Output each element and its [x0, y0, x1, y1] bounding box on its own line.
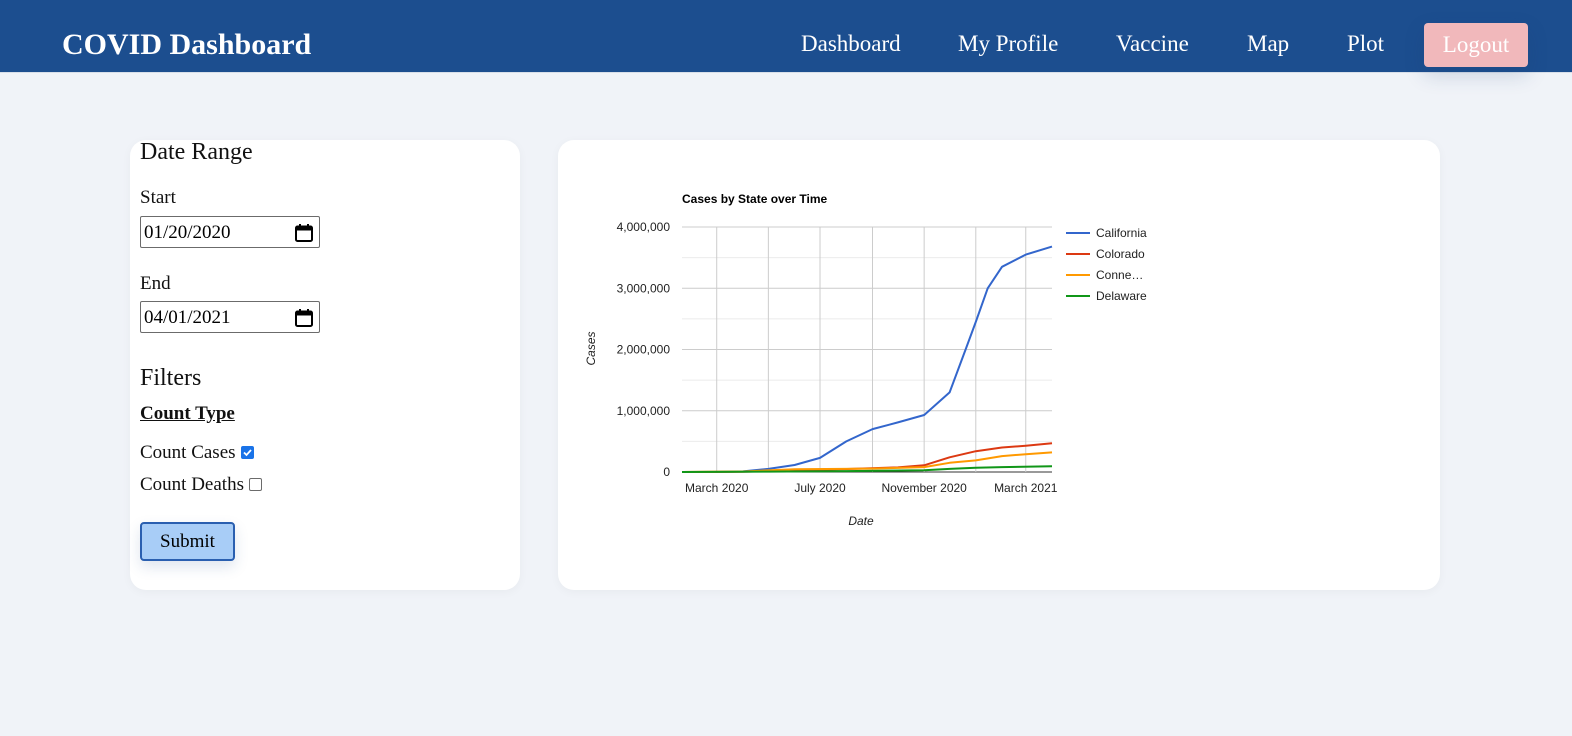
count-cases-label: Count Cases — [140, 442, 236, 463]
legend-label: Colorado — [1096, 247, 1145, 261]
navbar: COVID Dashboard Dashboard My Profile Vac… — [0, 0, 1572, 73]
x-tick-label: March 2020 — [685, 481, 749, 495]
submit-button[interactable]: Submit — [140, 522, 235, 561]
y-tick-label: 1,000,000 — [617, 404, 671, 418]
legend-label: Conne… — [1096, 268, 1143, 282]
chart-title: Cases by State over Time — [682, 192, 828, 206]
x-tick-label: November 2020 — [881, 481, 967, 495]
end-label: End — [140, 273, 171, 294]
calendar-icon[interactable] — [294, 223, 314, 243]
nav-map[interactable]: Map — [1247, 32, 1289, 55]
x-tick-label: July 2020 — [794, 481, 846, 495]
y-tick-label: 2,000,000 — [617, 343, 671, 357]
line-chart: Cases by State over Time 0 1,000,000 2,000,… — [584, 192, 1147, 528]
date-range-heading: Date Range — [140, 139, 253, 165]
count-type-heading: Count Type — [140, 403, 235, 424]
x-tick-label: March 2021 — [994, 481, 1058, 495]
start-date-input[interactable]: 01/20/2020 — [140, 216, 320, 248]
checkmark-icon — [242, 449, 252, 457]
y-tick-label: 0 — [663, 465, 670, 479]
x-axis-title: Date — [848, 514, 874, 528]
series-line-california — [682, 245, 1053, 473]
end-date-value: 04/01/2021 — [144, 307, 231, 328]
count-cases-checkbox[interactable] — [240, 446, 254, 459]
legend-label: California — [1096, 226, 1147, 240]
start-label: Start — [140, 187, 176, 208]
filters-heading: Filters — [140, 365, 202, 391]
y-tick-label: 4,000,000 — [617, 220, 671, 234]
count-deaths-row: Count Deaths — [140, 475, 262, 494]
count-cases-row: Count Cases — [140, 443, 254, 462]
y-axis-title: Cases — [584, 331, 598, 365]
series-line-connecticut — [681, 451, 1053, 473]
nav-plot[interactable]: Plot — [1347, 32, 1384, 55]
calendar-icon[interactable] — [294, 308, 314, 328]
nav-vaccine[interactable]: Vaccine — [1116, 32, 1189, 55]
nav-dashboard[interactable]: Dashboard — [801, 32, 901, 55]
count-deaths-checkbox[interactable] — [248, 478, 262, 491]
filter-panel: Date Range Start 01/20/2020 End 04/01/20… — [130, 140, 520, 590]
start-date-value: 01/20/2020 — [144, 222, 231, 243]
chart-panel: Cases by State over Time 0 1,000,000 2,000,… — [558, 140, 1440, 590]
y-tick-label: 3,000,000 — [617, 281, 671, 295]
brand-title[interactable]: COVID Dashboard — [62, 30, 311, 60]
count-deaths-label: Count Deaths — [140, 474, 244, 495]
logout-button[interactable]: Logout — [1424, 23, 1528, 67]
nav-my-profile[interactable]: My Profile — [958, 32, 1058, 55]
end-date-input[interactable]: 04/01/2021 — [140, 301, 320, 333]
legend-label: Delaware — [1096, 289, 1147, 303]
